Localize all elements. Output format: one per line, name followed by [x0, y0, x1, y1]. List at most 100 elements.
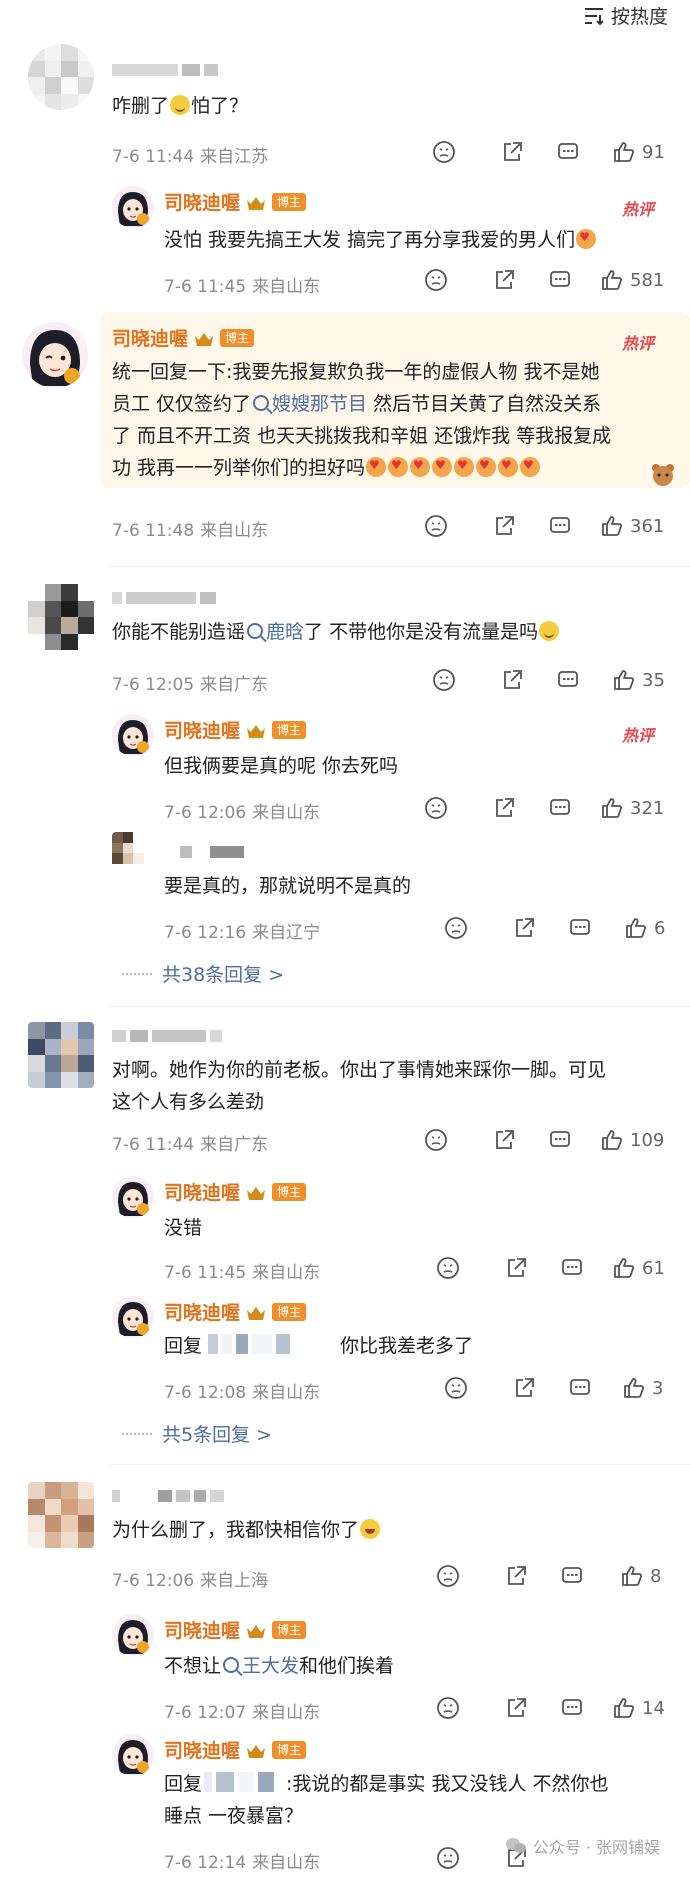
dislike-button[interactable] — [424, 1128, 448, 1152]
share-button[interactable] — [504, 1256, 528, 1280]
author-avatar[interactable] — [112, 186, 154, 228]
anime-girl-avatar-icon — [112, 186, 154, 228]
reply-button[interactable] — [556, 668, 580, 692]
thumbs-up-icon — [626, 918, 647, 938]
share-button[interactable] — [500, 668, 524, 692]
share-button[interactable] — [504, 1564, 528, 1588]
view-more-replies-button[interactable]: 共38条回复 > — [122, 960, 284, 987]
wechat-icon — [505, 1838, 526, 1853]
avatar[interactable] — [28, 44, 94, 110]
author-name[interactable]: 司晓迪喔 博主 — [164, 1736, 307, 1763]
comment-icon — [550, 799, 570, 815]
author-name[interactable]: 司晓迪喔 博主 — [164, 716, 307, 743]
reply-button[interactable] — [560, 1696, 584, 1720]
dislike-icon — [437, 1257, 459, 1279]
share-button[interactable] — [500, 140, 524, 164]
dislike-button[interactable] — [444, 916, 468, 940]
dislike-button[interactable] — [436, 1564, 460, 1588]
share-button[interactable] — [504, 1696, 528, 1720]
reply-button[interactable] — [548, 1128, 572, 1152]
share-button[interactable] — [512, 1376, 536, 1400]
like-button[interactable]: 109 — [600, 1128, 664, 1152]
author-badge: 博主 — [272, 192, 307, 211]
dislike-button[interactable] — [432, 140, 456, 164]
topic-link[interactable]: 王大发 — [242, 1655, 299, 1677]
avatar[interactable] — [112, 832, 154, 874]
blurred-mention — [208, 1334, 335, 1354]
author-name[interactable]: 司晓迪喔 博主 — [112, 324, 255, 351]
dislike-button[interactable] — [424, 796, 448, 820]
blurred-username — [112, 64, 218, 76]
author-name[interactable]: 司晓迪喔 博主 — [164, 1616, 307, 1643]
like-count: 361 — [630, 515, 665, 537]
like-button[interactable]: 6 — [624, 916, 665, 940]
like-count: 91 — [642, 141, 665, 163]
like-button[interactable]: 321 — [600, 796, 664, 820]
share-icon — [516, 1378, 534, 1397]
avatar[interactable] — [28, 1022, 94, 1088]
reply-actions: 3 — [0, 1376, 690, 1402]
like-button[interactable]: 61 — [612, 1256, 665, 1280]
dislike-button[interactable] — [444, 1376, 468, 1400]
reply-button[interactable] — [560, 1564, 584, 1588]
reply-button[interactable] — [568, 1376, 592, 1400]
watermark: 公众号 · 张网铺娱 — [505, 1834, 660, 1858]
share-button[interactable] — [492, 1128, 516, 1152]
crown-icon — [194, 330, 214, 346]
dislike-button[interactable] — [432, 668, 456, 692]
thumbs-up-icon — [614, 1698, 635, 1718]
like-count: 35 — [642, 669, 665, 691]
like-button[interactable]: 91 — [612, 140, 665, 164]
sort-icon — [584, 7, 604, 25]
heart-eyes-emoji-icon — [520, 457, 541, 477]
author-avatar[interactable] — [112, 714, 154, 756]
dislike-button[interactable] — [424, 514, 448, 538]
like-count: 581 — [630, 269, 665, 291]
author-avatar[interactable] — [112, 1734, 154, 1776]
author-comment-text: 统一回复一下:我要先报复欺负我一年的虚假人物 我不是她 员工 仅仅签约了 嫂嫂那节… — [112, 356, 672, 484]
like-button[interactable]: 3 — [622, 1376, 663, 1400]
share-icon — [496, 516, 514, 535]
author-name[interactable]: 司晓迪喔 博主 — [164, 1178, 307, 1205]
reply-button[interactable] — [568, 916, 592, 940]
view-more-replies-button[interactable]: 共5条回复 > — [122, 1420, 272, 1447]
reply-button[interactable] — [556, 140, 580, 164]
author-avatar[interactable] — [112, 1296, 154, 1338]
author-avatar[interactable] — [112, 1176, 154, 1218]
reply-button[interactable] — [560, 1256, 584, 1280]
share-icon — [508, 1258, 526, 1277]
dislike-button[interactable] — [436, 1256, 460, 1280]
author-name[interactable]: 司晓迪喔 博主 — [164, 188, 307, 215]
sort-by-hot-button[interactable]: 按热度 — [583, 2, 668, 29]
thumbs-up-icon — [614, 670, 635, 690]
author-avatar[interactable] — [112, 1614, 154, 1656]
reply-button[interactable] — [548, 268, 572, 292]
dislike-icon — [425, 797, 447, 819]
share-button[interactable] — [492, 796, 516, 820]
like-button[interactable]: 14 — [612, 1696, 665, 1720]
like-button[interactable]: 8 — [620, 1564, 661, 1588]
comment-actions: 8 — [0, 1564, 690, 1590]
comment-text: 你能不能别造谣 鹿晗了 不带他你是没有流量是吗 — [112, 616, 560, 648]
dislike-button[interactable] — [424, 268, 448, 292]
avatar[interactable] — [28, 584, 94, 650]
comment-icon — [550, 1131, 570, 1147]
topic-link[interactable]: 嫂嫂那节目 — [272, 393, 367, 415]
reply-button[interactable] — [548, 796, 572, 820]
reply-button[interactable] — [548, 514, 572, 538]
like-button[interactable]: 581 — [600, 268, 664, 292]
share-button[interactable] — [492, 514, 516, 538]
share-button[interactable] — [512, 916, 536, 940]
dislike-button[interactable] — [436, 1696, 460, 1720]
dislike-icon — [437, 1565, 459, 1587]
thumbs-up-icon — [622, 1566, 643, 1586]
like-button[interactable]: 361 — [600, 514, 664, 538]
share-button[interactable] — [492, 268, 516, 292]
author-name[interactable]: 司晓迪喔 博主 — [164, 1298, 307, 1325]
like-button[interactable]: 35 — [612, 668, 665, 692]
heart-eyes-emoji-icon — [410, 457, 431, 477]
author-avatar[interactable] — [22, 322, 88, 388]
avatar[interactable] — [28, 1482, 94, 1548]
dislike-button[interactable] — [436, 1846, 460, 1870]
topic-link[interactable]: 鹿晗 — [266, 621, 304, 643]
